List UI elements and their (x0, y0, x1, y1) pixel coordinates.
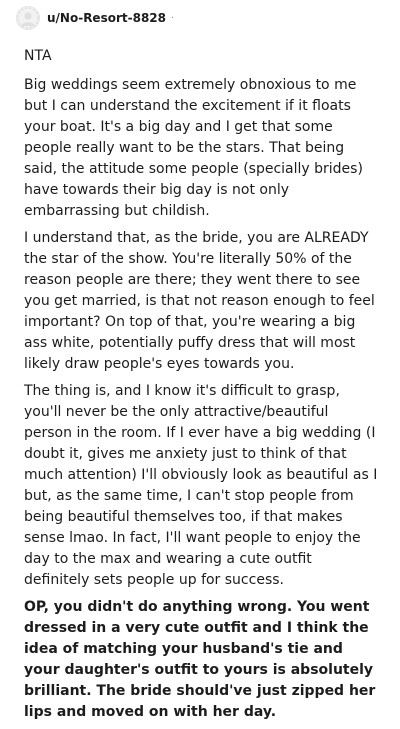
comment-paragraph: I understand that, as the bride, you are… (24, 230, 375, 372)
comment-header: u/No-Resort-8828 · (16, 4, 174, 32)
user-avatar-icon (17, 7, 39, 29)
comment-conclusion: OP, you didn't do anything wrong. You we… (24, 599, 376, 720)
comment-verdict: NTA (24, 48, 52, 64)
username-link[interactable]: u/No-Resort-8828 (47, 11, 166, 25)
comment-paragraph: Big weddings seem extremely obnoxious to… (24, 77, 363, 219)
separator-dot: · (171, 12, 175, 24)
comment-paragraph: The thing is, and I know it's difficult … (24, 383, 378, 588)
comment-body: NTA Big weddings seem extremely obnoxiou… (24, 46, 380, 729)
avatar[interactable] (16, 6, 40, 30)
